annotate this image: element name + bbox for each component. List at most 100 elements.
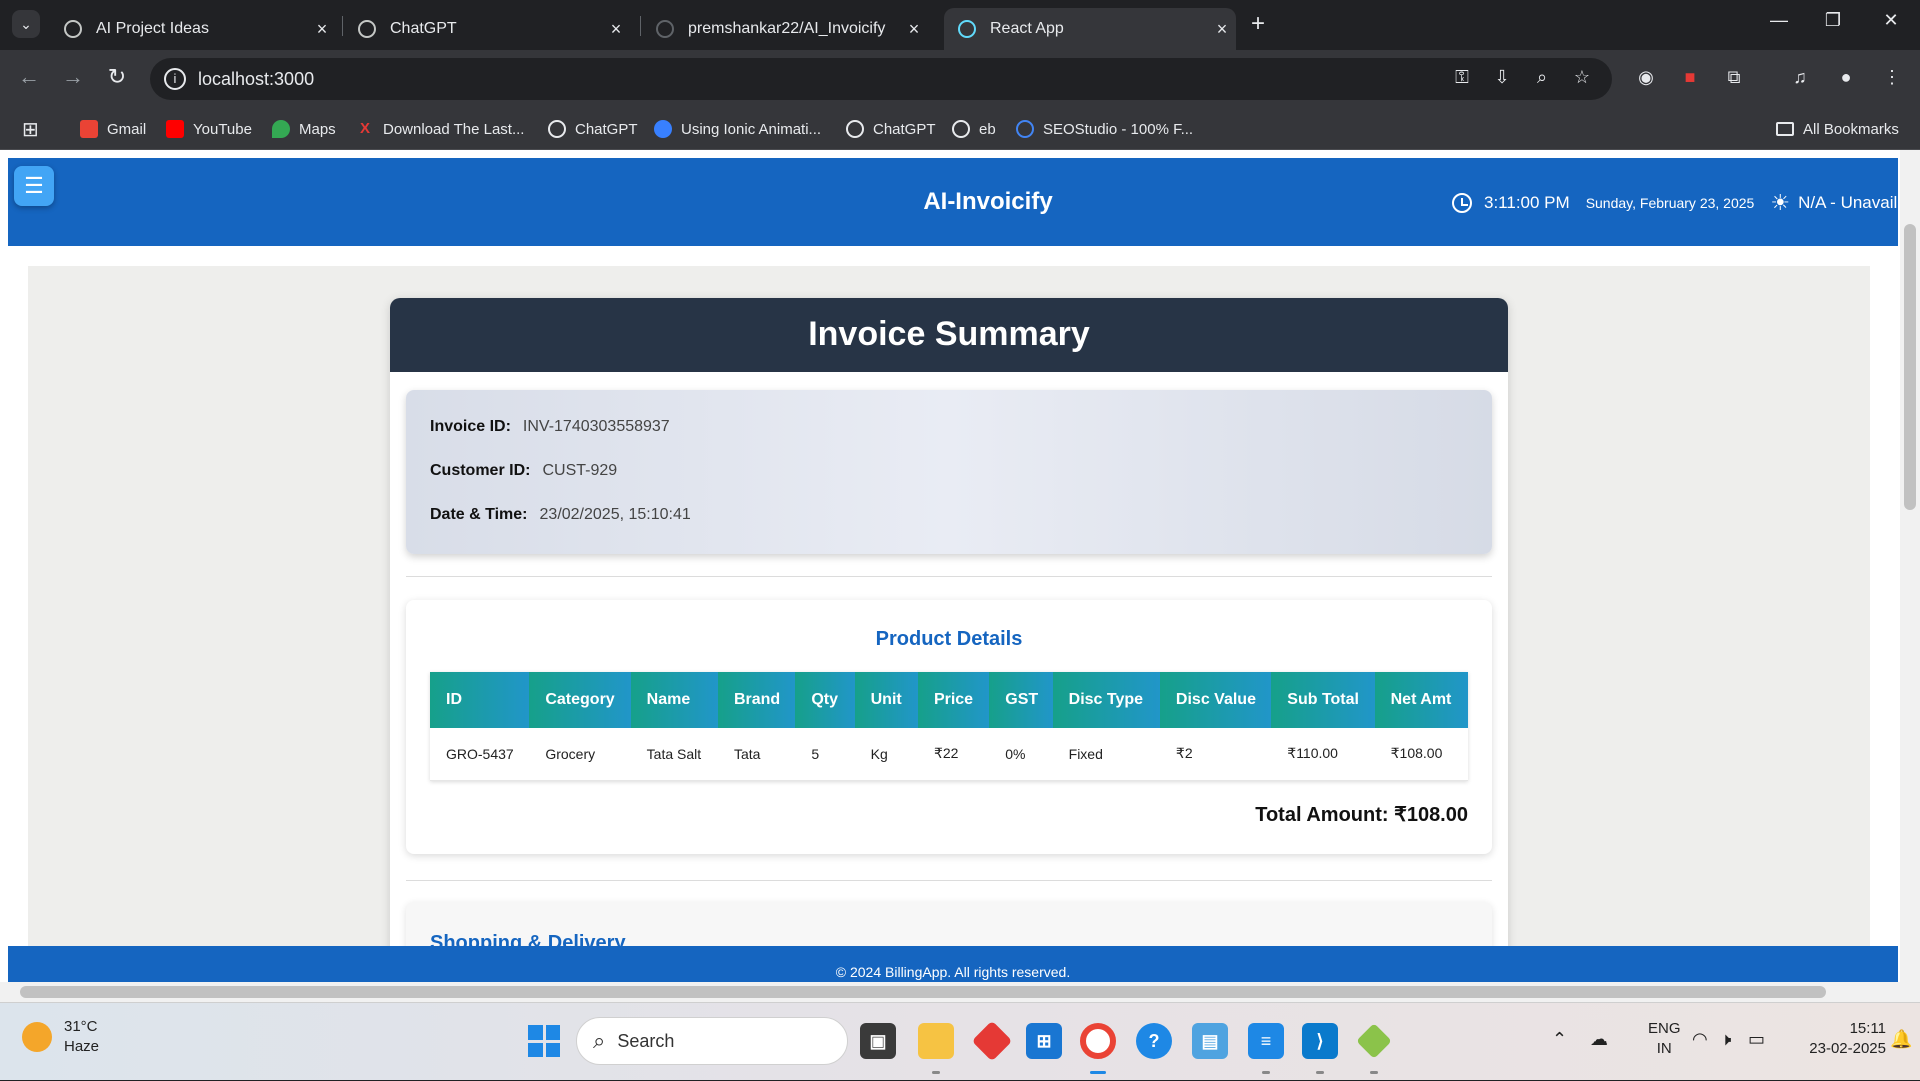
bookmark-eb[interactable]: eb bbox=[952, 108, 996, 150]
zoom-icon[interactable]: ⌕ bbox=[1528, 67, 1556, 88]
invoice-id-row: Invoice ID: INV-1740303558937 bbox=[430, 418, 670, 435]
close-icon[interactable]: × bbox=[308, 19, 336, 40]
download-x-icon: X bbox=[359, 120, 370, 137]
chatgpt-icon bbox=[846, 120, 864, 138]
table-cell: Kg bbox=[854, 728, 918, 781]
tab-search-dropdown[interactable]: ⌄ bbox=[12, 10, 40, 38]
git-app-icon[interactable] bbox=[1356, 1023, 1392, 1059]
apps-grid-icon[interactable]: ⊞ bbox=[22, 108, 39, 150]
help-icon[interactable]: ? bbox=[1136, 1023, 1172, 1059]
bookmark-download[interactable]: X Download The Last... bbox=[356, 108, 525, 150]
address-bar[interactable]: i localhost:3000 bbox=[150, 58, 1612, 100]
table-header-row: ID Category Name Brand Qty Unit Price GST Disc T… bbox=[430, 672, 1468, 728]
chrome-icon[interactable] bbox=[1080, 1023, 1116, 1059]
close-icon[interactable]: × bbox=[602, 19, 630, 40]
extension-record-icon[interactable]: ◉ bbox=[1632, 67, 1660, 88]
current-time: 3:11:00 PM bbox=[1484, 193, 1570, 212]
onedrive-icon[interactable]: ☁ bbox=[1590, 1029, 1608, 1050]
back-button[interactable]: ← bbox=[14, 64, 44, 90]
react-icon bbox=[958, 20, 976, 38]
table-cell: Fixed bbox=[1052, 728, 1160, 781]
table-row: GRO-5437 Grocery Tata Salt Tata 5 Kg ₹22 0% Fixe… bbox=[430, 728, 1468, 781]
extensions-puzzle-icon[interactable]: ⧉ bbox=[1720, 67, 1748, 88]
bookmark-chatgpt[interactable]: ChatGPT bbox=[548, 108, 638, 150]
bookmarks-bar: ⊞ Gmail YouTube Maps X Download The Last.… bbox=[0, 108, 1920, 150]
wifi-icon[interactable]: ◠ bbox=[1692, 1029, 1708, 1050]
extension-red-icon[interactable]: ■ bbox=[1676, 67, 1704, 88]
taskbar-weather[interactable]: 31°C Haze bbox=[22, 1017, 99, 1057]
control-panel-icon[interactable]: ▤ bbox=[1192, 1023, 1228, 1059]
windows-taskbar: 31°C Haze ⌕ Search ▣ ⊞ ? ▤ ≡ ⟩ ⌃ ☁ ENG IN… bbox=[0, 1002, 1920, 1080]
profile-avatar[interactable]: ● bbox=[1832, 67, 1860, 88]
weather-status: ☀ N/A - Unavaila bbox=[1770, 190, 1906, 216]
vscode-icon[interactable]: ⟩ bbox=[1302, 1023, 1338, 1059]
language-indicator[interactable]: ENG IN bbox=[1648, 1019, 1681, 1059]
close-icon[interactable]: × bbox=[1208, 19, 1236, 40]
bookmark-seostudio[interactable]: SEOStudio - 100% F... bbox=[1016, 108, 1193, 150]
bookmark-star-icon[interactable]: ☆ bbox=[1568, 67, 1596, 88]
gmail-icon bbox=[80, 120, 98, 138]
table-header-cell: ID bbox=[430, 672, 530, 728]
chevron-up-icon[interactable]: ⌃ bbox=[1552, 1029, 1567, 1050]
password-key-icon[interactable]: ⚿ bbox=[1448, 67, 1476, 88]
chatgpt-icon bbox=[952, 120, 970, 138]
table-header-cell: Disc Value bbox=[1159, 672, 1272, 728]
customer-id: CUST-929 bbox=[542, 462, 618, 479]
taskbar-search[interactable]: ⌕ Search bbox=[576, 1017, 848, 1065]
vertical-scrollbar[interactable] bbox=[1900, 150, 1920, 1002]
table-header-cell: Unit bbox=[854, 672, 918, 728]
tab-react-app[interactable]: React App × bbox=[944, 8, 1236, 50]
maps-icon bbox=[272, 120, 290, 138]
main-content: Invoice Summary Invoice ID: INV-174030355… bbox=[28, 266, 1870, 1002]
bookmark-youtube[interactable]: YouTube bbox=[166, 108, 252, 150]
restore-button[interactable]: ❐ bbox=[1810, 10, 1856, 31]
bookmark-ionic[interactable]: Using Ionic Animati... bbox=[654, 108, 821, 150]
scrollbar-thumb[interactable] bbox=[20, 986, 1826, 998]
tab-title: AI Project Ideas bbox=[96, 20, 209, 37]
invoice-id: INV-1740303558937 bbox=[522, 418, 670, 435]
file-explorer-icon[interactable] bbox=[918, 1023, 954, 1059]
volume-muted-icon[interactable]: 🕨 bbox=[1720, 1029, 1731, 1050]
search-icon: ⌕ bbox=[593, 1028, 606, 1053]
bookmark-gmail[interactable]: Gmail bbox=[80, 108, 146, 150]
youtube-icon bbox=[166, 120, 184, 138]
notepad-icon[interactable]: ≡ bbox=[1248, 1023, 1284, 1059]
all-bookmarks[interactable]: All Bookmarks bbox=[1776, 108, 1899, 150]
datetime-row: Date & Time: 23/02/2025, 15:10:41 bbox=[430, 506, 691, 523]
windows-start-icon[interactable] bbox=[528, 1025, 560, 1057]
task-view-icon[interactable]: ▣ bbox=[860, 1023, 896, 1059]
page-viewport: ☰ AI-Invoicify 3:11:00 PM Sunday, Februa… bbox=[0, 150, 1920, 1002]
weather-description: Haze bbox=[64, 1038, 100, 1055]
reload-button[interactable]: ↻ bbox=[102, 64, 132, 90]
horizontal-scrollbar[interactable] bbox=[0, 982, 1900, 1002]
product-details-section: Product Details ID Category Name Brand Qty Un… bbox=[406, 600, 1492, 854]
install-app-icon[interactable]: ⇩ bbox=[1488, 67, 1516, 88]
table-cell: 5 bbox=[795, 728, 855, 781]
forward-button[interactable]: → bbox=[58, 64, 88, 90]
seostudio-icon bbox=[1016, 120, 1034, 138]
table-header-cell: Category bbox=[529, 672, 631, 728]
bookmark-maps[interactable]: Maps bbox=[272, 108, 336, 150]
new-tab-button[interactable]: + bbox=[1244, 10, 1272, 38]
battery-icon[interactable]: ▭ bbox=[1748, 1029, 1765, 1050]
clock-icon bbox=[1452, 193, 1472, 213]
red-app-icon[interactable] bbox=[971, 1020, 1013, 1062]
microsoft-store-icon[interactable]: ⊞ bbox=[1026, 1023, 1062, 1059]
menu-kebab-icon[interactable]: ⋮ bbox=[1878, 67, 1906, 88]
scrollbar-thumb[interactable] bbox=[1904, 224, 1916, 510]
weather-text: N/A - Unavaila bbox=[1798, 193, 1907, 212]
minimize-button[interactable]: — bbox=[1756, 10, 1802, 31]
close-icon[interactable]: × bbox=[900, 19, 928, 40]
window-close-button[interactable]: ✕ bbox=[1868, 10, 1914, 31]
tab-chatgpt[interactable]: ChatGPT × bbox=[344, 8, 630, 50]
site-info-icon[interactable]: i bbox=[164, 68, 186, 90]
product-table: ID Category Name Brand Qty Unit Price GST Disc T… bbox=[430, 672, 1468, 781]
media-controls-icon[interactable]: ♫ bbox=[1786, 67, 1814, 88]
tab-ai-project-ideas[interactable]: AI Project Ideas × bbox=[50, 8, 336, 50]
taskbar-clock[interactable]: 15:11 23-02-2025 bbox=[1786, 1019, 1886, 1059]
browser-toolbar: ← → ↻ i localhost:3000 ⚿ ⇩ ⌕ ☆ ◉ ■ ⧉ ♫ ●… bbox=[0, 50, 1920, 108]
bookmark-chatgpt-2[interactable]: ChatGPT bbox=[846, 108, 936, 150]
notifications-icon[interactable]: 🔔 bbox=[1890, 1029, 1912, 1050]
tab-github-repo[interactable]: premshankar22/AI_Invoicify × bbox=[642, 8, 928, 50]
table-cell: ₹108.00 bbox=[1374, 728, 1468, 781]
